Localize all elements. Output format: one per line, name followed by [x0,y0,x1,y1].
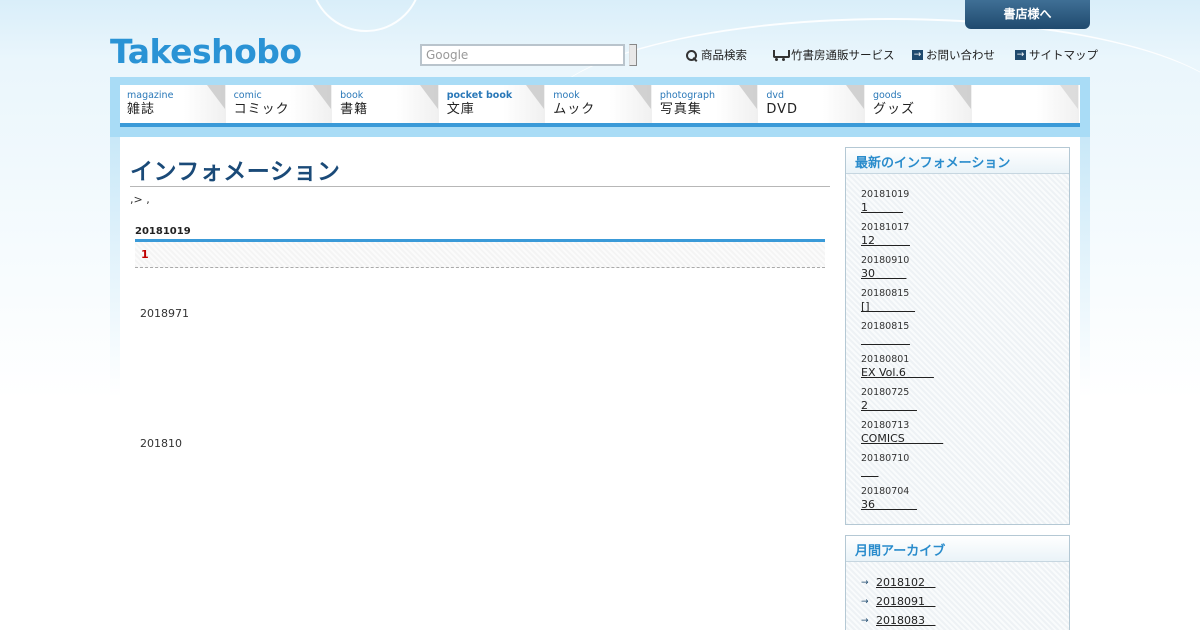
contact-label: お問い合わせ [926,48,995,62]
info-date: 20180815 [861,288,910,299]
nav-item-photograph[interactable]: photograph 写真集 [652,85,760,123]
latest-info-heading: 最新のインフォメーション [846,148,1069,174]
search-input[interactable]: Google [420,44,625,66]
arrow-right-icon: → [861,577,869,588]
list-item: 20180704 36 [861,486,1069,519]
nav-jp-label: コミック [233,102,290,117]
product-search-link[interactable]: 商品検索 [685,47,747,63]
product-search-label: 商品検索 [701,48,747,62]
search-button[interactable] [629,44,637,66]
archive-link[interactable]: 2018102 [876,576,935,589]
monthly-archive-box: 月間アーカイブ → 2018102 → 2018091 → 2018083 [845,535,1070,630]
info-link[interactable]: 36 [861,498,1069,511]
nav-en-label: book [340,90,364,101]
cart-icon [771,49,790,61]
nav-item-pocket-book[interactable]: pocket book 文庫 [439,85,547,123]
info-link[interactable]: 1 [861,201,1069,214]
list-item: 20181019 1 [861,189,1069,222]
arrow-right-icon: → [861,596,869,607]
info-date: 20180704 [861,486,910,497]
nav-en-label: photograph [659,90,716,101]
info-link[interactable]: 30 [861,267,1069,280]
entry-date: 20181019 [135,226,191,237]
magnifier-icon [685,49,698,62]
nav-jp-label: ムック [553,102,596,117]
entry-title: 1 [135,242,825,268]
info-link[interactable] [861,333,1069,346]
latest-info-list: 20181019 1 20181017 12 20180910 30 20180… [846,174,1069,519]
entry-paragraph: 2018971 [140,307,189,320]
site-logo[interactable]: Takeshobo [110,32,302,71]
latest-info-box: 最新のインフォメーション 20181019 1 20181017 12 2018… [845,147,1070,525]
info-date: 20180725 [861,387,910,398]
nav-item-goods[interactable]: goods グッズ [865,85,973,123]
nav-jp-label: 文庫 [446,102,475,117]
list-item: 20180801 EX Vol.6 [861,354,1069,387]
monthly-archive-heading: 月間アーカイブ [846,536,1069,562]
nav-jp-label: 写真集 [659,102,702,117]
arrow-right-icon: → [861,615,869,626]
nav-jp-label: グッズ [872,102,915,117]
page: Takeshobo 書店様へ Google 商品検索 竹書房通販サービス → お… [0,0,1200,630]
archive-link[interactable]: 2018083 [876,614,935,627]
list-item: 20180725 2 [861,387,1069,420]
global-nav: magazine 雑誌 comic コミック book 書籍 pocket bo… [120,85,1081,127]
list-item: 20180815 [861,321,1069,354]
list-item: 20180910 30 [861,255,1069,288]
title-divider [130,186,830,187]
info-date: 20180910 [861,255,910,266]
nav-item-mook[interactable]: mook ムック [546,85,653,123]
info-link[interactable]: 12 [861,234,1069,247]
mail-order-link[interactable]: 竹書房通販サービス [771,47,895,63]
list-item: 20181017 12 [861,222,1069,255]
info-date: 20180713 [861,420,910,431]
nav-en-label: dvd [766,90,785,101]
nav-en-label: goods [872,90,902,101]
list-item: 20180815 [] [861,288,1069,321]
info-link[interactable]: 2 [861,399,1069,412]
sitemap-link[interactable]: → サイトマップ [1015,47,1098,63]
list-item[interactable]: → 2018091 [861,592,1069,611]
nav-item-book[interactable]: book 書籍 [333,85,440,123]
nav-en-label: magazine [127,90,174,101]
nav-en-label: comic [233,90,262,101]
list-item: 20180713 COMICS [861,420,1069,453]
info-date: 20181019 [861,189,910,200]
arrow-right-icon: → [912,50,923,60]
arrow-right-icon: → [1015,50,1026,60]
nav-item-empty [972,85,1081,123]
list-item[interactable]: → 2018083 [861,611,1069,630]
monthly-archive-list: → 2018102 → 2018091 → 2018083 [846,562,1069,630]
nav-item-comic[interactable]: comic コミック [226,85,334,123]
list-item[interactable]: → 2018102 [861,573,1069,592]
info-link[interactable]: [] [861,300,1069,313]
nav-jp-label: 雑誌 [127,102,156,117]
global-nav-frame: magazine 雑誌 comic コミック book 書籍 pocket bo… [110,77,1090,137]
info-date: 20180801 [861,354,910,365]
bookstore-button[interactable]: 書店様へ [965,0,1090,29]
nav-item-magazine[interactable]: magazine 雑誌 [120,85,227,123]
nav-en-label: pocket book [446,90,513,101]
info-link[interactable]: COMICS [861,432,1069,445]
breadcrumb[interactable]: ,> , [130,193,150,206]
archive-link[interactable]: 2018091 [876,595,935,608]
info-link[interactable]: EX Vol.6 [861,366,1069,379]
list-item: 20180710 [861,453,1069,486]
info-date: 20180710 [861,453,910,464]
nav-en-label: mook [553,90,580,101]
page-title: インフォメーション [130,159,341,185]
info-link[interactable] [861,465,1069,478]
info-date: 20181017 [861,222,910,233]
nav-item-dvd[interactable]: dvd DVD [759,85,866,123]
info-date: 20180815 [861,321,910,332]
mail-order-label: 竹書房通販サービス [791,48,895,62]
nav-jp-label: 書籍 [340,102,369,117]
contact-link[interactable]: → お問い合わせ [912,47,995,63]
nav-jp-label: DVD [766,102,799,117]
entry-paragraph: 201810 [140,437,182,450]
sitemap-label: サイトマップ [1029,48,1098,62]
